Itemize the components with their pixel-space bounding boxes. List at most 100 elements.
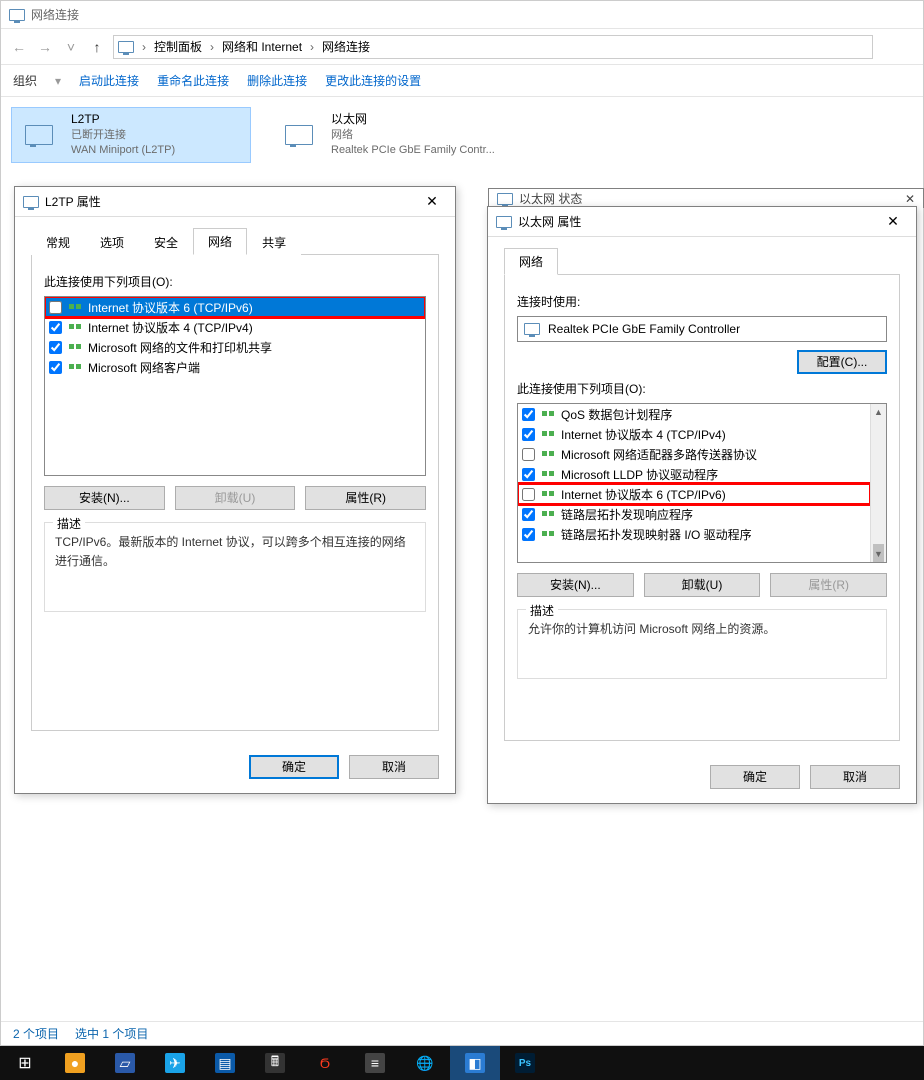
connection-l2tp[interactable]: L2TP 已断开连接 WAN Miniport (L2TP) <box>11 107 251 163</box>
explorer-navbar: ← → ˅ ↑ › 控制面板 › 网络和 Internet › 网络连接 <box>1 29 923 65</box>
item-qos[interactable]: QoS 数据包计划程序 <box>518 404 870 424</box>
conn-status: 已断开连接 <box>71 128 175 143</box>
tab-options[interactable]: 选项 <box>85 229 139 255</box>
ipv4-checkbox[interactable] <box>49 321 62 334</box>
l2tp-icon <box>15 111 63 159</box>
item-ipv6[interactable]: Internet 协议版本 6 (TCP/IPv6) <box>518 484 870 504</box>
taskbar-app-3[interactable]: ✈ <box>150 1046 200 1080</box>
item-ipv4[interactable]: Internet 协议版本 4 (TCP/IPv4) <box>518 424 870 444</box>
close-button[interactable]: ✕ <box>417 193 447 210</box>
protocol-icon <box>541 467 555 481</box>
dialog-title: 以太网 属性 <box>518 213 581 230</box>
connection-ethernet[interactable]: 以太网 网络 Realtek PCIe GbE Family Contr... <box>271 107 511 163</box>
close-button[interactable]: ✕ <box>878 213 908 230</box>
window-icon <box>9 9 25 21</box>
ethernet-status-dialog-titlebar: 以太网 状态 ✕ <box>488 188 924 208</box>
protocol-icon <box>68 300 82 314</box>
cancel-button[interactable]: 取消 <box>349 755 439 779</box>
desc-text: TCP/IPv6。最新版本的 Internet 协议，可以跨多个相互连接的网络进… <box>55 533 415 571</box>
qos-checkbox[interactable] <box>522 408 535 421</box>
item-ms-client[interactable]: Microsoft 网络客户端 <box>45 357 425 377</box>
adapter-field: Realtek PCIe GbE Family Controller <box>517 316 887 342</box>
protocol-icon <box>68 320 82 334</box>
tab-general[interactable]: 常规 <box>31 229 85 255</box>
adapter-icon <box>524 323 540 335</box>
tab-sharing[interactable]: 共享 <box>247 229 301 255</box>
cancel-button[interactable]: 取消 <box>810 765 900 789</box>
connect-using-label: 连接时使用: <box>517 293 887 310</box>
item-lldp[interactable]: Microsoft LLDP 协议驱动程序 <box>518 464 870 484</box>
properties-button[interactable]: 属性(R) <box>770 573 887 597</box>
uninstall-button[interactable]: 卸载(U) <box>644 573 761 597</box>
item-multiplexor[interactable]: Microsoft 网络适配器多路传送器协议 <box>518 444 870 464</box>
desc-text: 允许你的计算机访问 Microsoft 网络上的资源。 <box>528 620 876 639</box>
item-ipv4[interactable]: Internet 协议版本 4 (TCP/IPv4) <box>45 317 425 337</box>
item-lltd-responder[interactable]: 链路层拓扑发现响应程序 <box>518 504 870 524</box>
start-button[interactable]: ⊞ <box>0 1046 50 1080</box>
connections-area: L2TP 已断开连接 WAN Miniport (L2TP) 以太网 网络 Re… <box>1 97 923 173</box>
protocol-icon <box>541 527 555 541</box>
start-connection[interactable]: 启动此连接 <box>79 72 139 89</box>
dialog-icon <box>496 216 512 228</box>
recent-dropdown[interactable]: ˅ <box>61 39 81 55</box>
ipv4-checkbox[interactable] <box>522 428 535 441</box>
lltd-resp-checkbox[interactable] <box>522 508 535 521</box>
back-button[interactable]: ← <box>9 39 29 55</box>
multiplexor-checkbox[interactable] <box>522 448 535 461</box>
lldp-checkbox[interactable] <box>522 468 535 481</box>
protocol-listbox[interactable]: QoS 数据包计划程序 Internet 协议版本 4 (TCP/IPv4) M… <box>517 403 887 563</box>
install-button[interactable]: 安装(N)... <box>517 573 634 597</box>
install-button[interactable]: 安装(N)... <box>44 486 165 510</box>
address-bar[interactable]: › 控制面板 › 网络和 Internet › 网络连接 <box>113 35 873 59</box>
l2tp-properties-dialog: L2TP 属性 ✕ 常规 选项 安全 网络 共享 此连接使用下列项目(O): I… <box>14 186 456 794</box>
taskbar-app-6[interactable]: Ϭ <box>300 1046 350 1080</box>
dialog-icon <box>23 196 39 208</box>
delete-connection[interactable]: 删除此连接 <box>247 72 307 89</box>
breadcrumb-1[interactable]: 网络和 Internet <box>222 38 302 55</box>
tab-network[interactable]: 网络 <box>504 248 558 275</box>
desc-legend: 描述 <box>53 515 85 532</box>
breadcrumb-0[interactable]: 控制面板 <box>154 38 202 55</box>
items-count: 2 个项目 <box>13 1025 59 1042</box>
tab-network[interactable]: 网络 <box>193 228 247 255</box>
item-file-print-sharing[interactable]: Microsoft 网络的文件和打印机共享 <box>45 337 425 357</box>
change-settings[interactable]: 更改此连接的设置 <box>325 72 421 89</box>
close-icon[interactable]: ✕ <box>905 192 915 206</box>
msclient-checkbox[interactable] <box>49 361 62 374</box>
taskbar-app-1[interactable]: ● <box>50 1046 100 1080</box>
dialog-icon <box>497 193 513 205</box>
dialog-title: L2TP 属性 <box>45 193 101 210</box>
rename-connection[interactable]: 重命名此连接 <box>157 72 229 89</box>
sharing-checkbox[interactable] <box>49 341 62 354</box>
forward-button[interactable]: → <box>35 39 55 55</box>
taskbar-app-8[interactable]: 🌐 <box>400 1046 450 1080</box>
ipv6-checkbox[interactable] <box>49 301 62 314</box>
taskbar-app-2[interactable]: ▱ <box>100 1046 150 1080</box>
item-ipv6[interactable]: Internet 协议版本 6 (TCP/IPv6) <box>45 297 425 317</box>
ipv6-checkbox[interactable] <box>522 488 535 501</box>
tab-strip: 网络 <box>504 247 900 275</box>
protocol-icon <box>541 507 555 521</box>
taskbar-photoshop[interactable]: Ps <box>500 1046 550 1080</box>
up-button[interactable]: ↑ <box>87 39 107 55</box>
organize-menu[interactable]: 组织 <box>13 72 37 89</box>
configure-button[interactable]: 配置(C)... <box>797 350 887 374</box>
properties-button[interactable]: 属性(R) <box>305 486 426 510</box>
conn-name: L2TP <box>71 111 175 128</box>
protocol-listbox[interactable]: Internet 协议版本 6 (TCP/IPv6) Internet 协议版本… <box>44 296 426 476</box>
uninstall-button[interactable]: 卸载(U) <box>175 486 296 510</box>
desc-legend: 描述 <box>526 602 558 619</box>
ok-button[interactable]: 确定 <box>710 765 800 789</box>
items-label: 此连接使用下列项目(O): <box>44 273 426 290</box>
taskbar-app-7[interactable]: ≡ <box>350 1046 400 1080</box>
dialog-titlebar: L2TP 属性 ✕ <box>15 187 455 217</box>
tab-security[interactable]: 安全 <box>139 229 193 255</box>
lltd-mapper-checkbox[interactable] <box>522 528 535 541</box>
scrollbar[interactable]: ▲▼ <box>870 404 886 562</box>
item-lltd-mapper[interactable]: 链路层拓扑发现映射器 I/O 驱动程序 <box>518 524 870 544</box>
ok-button[interactable]: 确定 <box>249 755 339 779</box>
taskbar-app-4[interactable]: ▤ <box>200 1046 250 1080</box>
taskbar-app-5[interactable]: 🖩 <box>250 1046 300 1080</box>
breadcrumb-2[interactable]: 网络连接 <box>322 38 370 55</box>
taskbar-explorer[interactable]: ◧ <box>450 1046 500 1080</box>
